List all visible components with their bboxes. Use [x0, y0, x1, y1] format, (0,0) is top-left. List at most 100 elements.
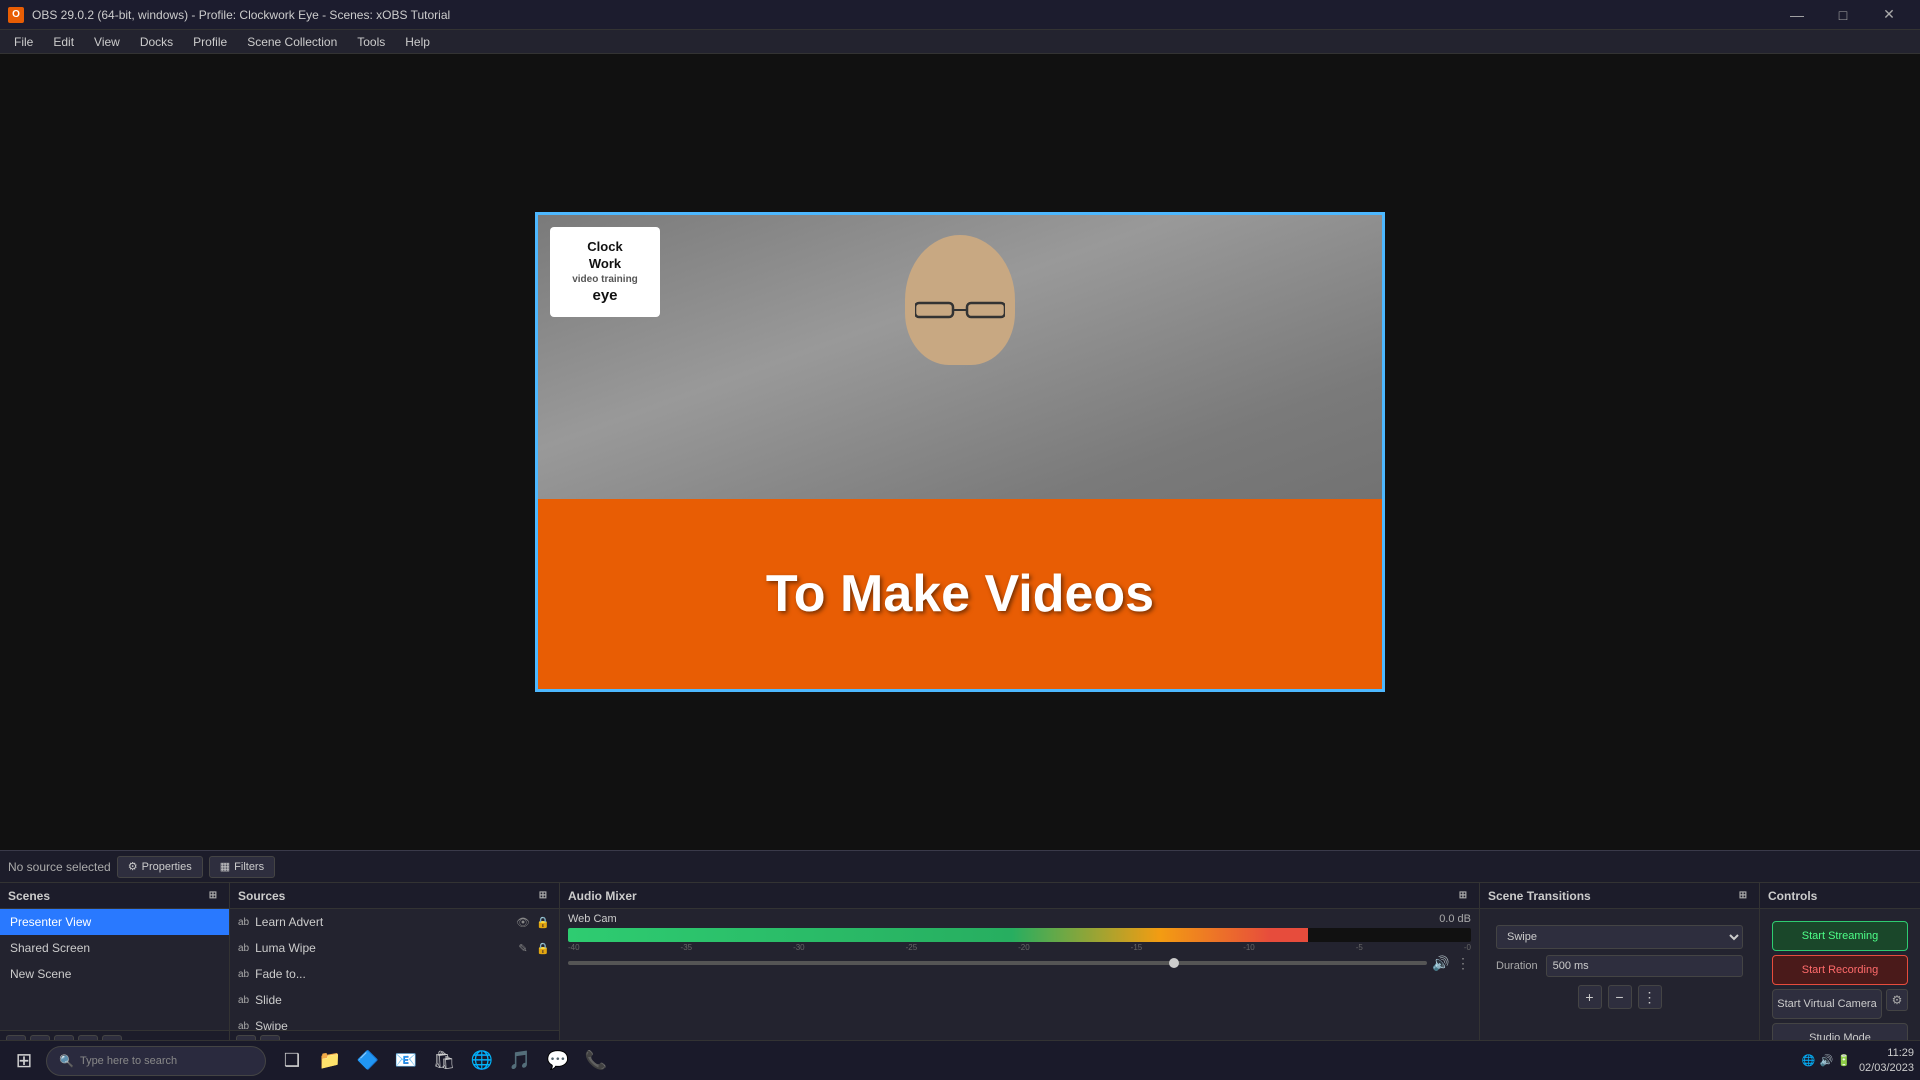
audio-track-header: Web Cam 0.0 dB — [568, 913, 1471, 925]
add-transition-button[interactable]: + — [1578, 985, 1602, 1009]
scenes-title: Scenes — [8, 889, 50, 903]
properties-label: Properties — [142, 861, 192, 873]
source-actions: 👁 🔒 — [515, 914, 551, 930]
volume-thumb — [1169, 958, 1179, 968]
source-item-fade-to[interactable]: ab Fade to... — [230, 961, 559, 987]
sources-expand-icon[interactable]: ⊞ — [535, 888, 551, 904]
menu-scene-collection[interactable]: Scene Collection — [237, 33, 347, 51]
transitions-header-icons: ⊞ — [1735, 888, 1751, 904]
transitions-content: Swipe Cut Fade Slide Stinger Duration + — [1488, 917, 1751, 1017]
source-item-luma-wipe[interactable]: ab Luma Wipe ✎ 🔒 — [230, 935, 559, 961]
remove-transition-button[interactable]: − — [1608, 985, 1632, 1009]
menu-view[interactable]: View — [84, 33, 130, 51]
audio-db-level: 0.0 dB — [1439, 913, 1471, 925]
titlebar: O OBS 29.0.2 (64-bit, windows) - Profile… — [0, 0, 1920, 30]
menu-file[interactable]: File — [4, 33, 43, 51]
controls-title: Controls — [1768, 889, 1817, 903]
transitions-expand-icon[interactable]: ⊞ — [1735, 888, 1751, 904]
taskbar-app-store[interactable]: 🛍 — [426, 1043, 462, 1079]
source-visibility-button[interactable]: 👁 — [515, 914, 531, 930]
audio-controls-row: 🔊 ⋮ — [568, 955, 1471, 971]
taskbar-search[interactable]: 🔍 Type here to search — [46, 1046, 266, 1076]
taskbar-right: 🌐 🔊 🔋 11:29 02/03/2023 — [1802, 1046, 1914, 1075]
minimize-button[interactable]: — — [1774, 0, 1820, 30]
source-name: Fade to... — [255, 967, 306, 981]
taskbar: ⊞ 🔍 Type here to search ❑ 📁 🔷 📧 🛍 🌐 🎵 💬 … — [0, 1040, 1920, 1080]
taskbar-app-task-view[interactable]: ❑ — [274, 1043, 310, 1079]
virtual-camera-row: Start Virtual Camera ⚙ — [1772, 989, 1908, 1019]
taskbar-apps: ❑ 📁 🔷 📧 🛍 🌐 🎵 💬 📞 — [274, 1043, 614, 1079]
taskbar-app-music[interactable]: 🎵 — [502, 1043, 538, 1079]
sources-header: Sources ⊞ — [230, 883, 559, 909]
record-label: Start Recording — [1802, 964, 1878, 976]
taskbar-app-chat[interactable]: 💬 — [540, 1043, 576, 1079]
source-lock-button[interactable]: 🔒 — [535, 940, 551, 956]
sources-panel: Sources ⊞ ab Learn Advert 👁 🔒 — [230, 883, 560, 1058]
preview-banner-top: Using OBS Studio — [538, 689, 1382, 692]
scene-item-shared-screen[interactable]: Shared Screen — [0, 935, 229, 961]
taskbar-date-display: 02/03/2023 — [1859, 1061, 1914, 1075]
transition-footer: + − ⋮ — [1496, 985, 1743, 1009]
volume-slider[interactable] — [568, 961, 1427, 965]
scene-label: New Scene — [10, 967, 71, 981]
menu-edit[interactable]: Edit — [43, 33, 84, 51]
taskbar-app-skype[interactable]: 📞 — [578, 1043, 614, 1079]
source-type-icon: ab — [238, 969, 249, 980]
taskbar-app-edge[interactable]: 🔷 — [350, 1043, 386, 1079]
start-recording-button[interactable]: Start Recording — [1772, 955, 1908, 985]
controls-buttons: Start Streaming Start Recording Start Vi… — [1766, 915, 1914, 1058]
properties-button[interactable]: ⚙ Properties — [117, 856, 203, 878]
virtual-camera-label: Start Virtual Camera — [1777, 998, 1876, 1010]
source-item-learn-advert[interactable]: ab Learn Advert 👁 🔒 — [230, 909, 559, 935]
transition-options-button[interactable]: ⋮ — [1638, 985, 1662, 1009]
scene-item-new-scene[interactable]: New Scene — [0, 961, 229, 987]
menu-tools[interactable]: Tools — [347, 33, 395, 51]
transition-select[interactable]: Swipe Cut Fade Slide Stinger — [1496, 925, 1743, 949]
start-streaming-button[interactable]: Start Streaming — [1772, 921, 1908, 951]
sources-list: ab Learn Advert 👁 🔒 ab Luma Wipe ✎ 🔒 — [230, 909, 559, 1030]
filter-icon: ▦ — [220, 860, 230, 873]
duration-input[interactable] — [1546, 955, 1743, 977]
taskbar-system-icons: 🌐 🔊 🔋 — [1802, 1054, 1851, 1067]
no-source-label: No source selected — [8, 860, 111, 874]
menu-profile[interactable]: Profile — [183, 33, 237, 51]
taskbar-app-files[interactable]: 📁 — [312, 1043, 348, 1079]
taskbar-app-browser[interactable]: 🌐 — [464, 1043, 500, 1079]
audio-track-webcam: Web Cam 0.0 dB -40 -35 -30 -25 -20 — [560, 909, 1479, 975]
source-item-slide[interactable]: ab Slide — [230, 987, 559, 1013]
scene-label: Shared Screen — [10, 941, 90, 955]
taskbar-app-mail[interactable]: 📧 — [388, 1043, 424, 1079]
filters-label: Filters — [234, 861, 264, 873]
audio-settings-button[interactable]: ⋮ — [1455, 955, 1471, 971]
maximize-button[interactable]: □ — [1820, 0, 1866, 30]
start-virtual-camera-button[interactable]: Start Virtual Camera — [1772, 989, 1882, 1019]
titlebar-left: O OBS 29.0.2 (64-bit, windows) - Profile… — [8, 7, 450, 23]
scenes-expand-icon[interactable]: ⊞ — [205, 888, 221, 904]
preview-area: Clock Work video training eye Using OBS … — [0, 54, 1920, 850]
close-button[interactable]: ✕ — [1866, 0, 1912, 30]
transitions-body: Swipe Cut Fade Slide Stinger Duration + — [1480, 909, 1759, 1058]
virtual-camera-settings-button[interactable]: ⚙ — [1886, 989, 1908, 1011]
audio-body: Web Cam 0.0 dB -40 -35 -30 -25 -20 — [560, 909, 1479, 1058]
source-name: Swipe — [255, 1019, 288, 1030]
mute-button[interactable]: 🔊 — [1433, 955, 1449, 971]
audio-meter-fill — [568, 928, 1308, 942]
audio-expand-icon[interactable]: ⊞ — [1455, 888, 1471, 904]
filters-button[interactable]: ▦ Filters — [209, 856, 275, 878]
controls-header: Controls — [1760, 883, 1920, 909]
menu-help[interactable]: Help — [395, 33, 440, 51]
source-type-icon: ab — [238, 995, 249, 1006]
source-edit-button[interactable]: ✎ — [515, 940, 531, 956]
scene-item-presenter-view[interactable]: Presenter View — [0, 909, 229, 935]
audio-panel: Audio Mixer ⊞ Web Cam 0.0 dB — [560, 883, 1480, 1058]
logo-text: Clock Work video training eye — [572, 239, 638, 305]
controls-body: Start Streaming Start Recording Start Vi… — [1760, 909, 1920, 1058]
menubar: File Edit View Docks Profile Scene Colle… — [0, 30, 1920, 54]
start-button[interactable]: ⊞ — [6, 1043, 42, 1079]
taskbar-clock[interactable]: 11:29 02/03/2023 — [1859, 1046, 1914, 1075]
network-icon: 🌐 — [1802, 1054, 1816, 1067]
source-lock-button[interactable]: 🔒 — [535, 914, 551, 930]
menu-docks[interactable]: Docks — [130, 33, 183, 51]
transition-duration-row: Duration — [1496, 955, 1743, 977]
source-item-swipe[interactable]: ab Swipe — [230, 1013, 559, 1030]
